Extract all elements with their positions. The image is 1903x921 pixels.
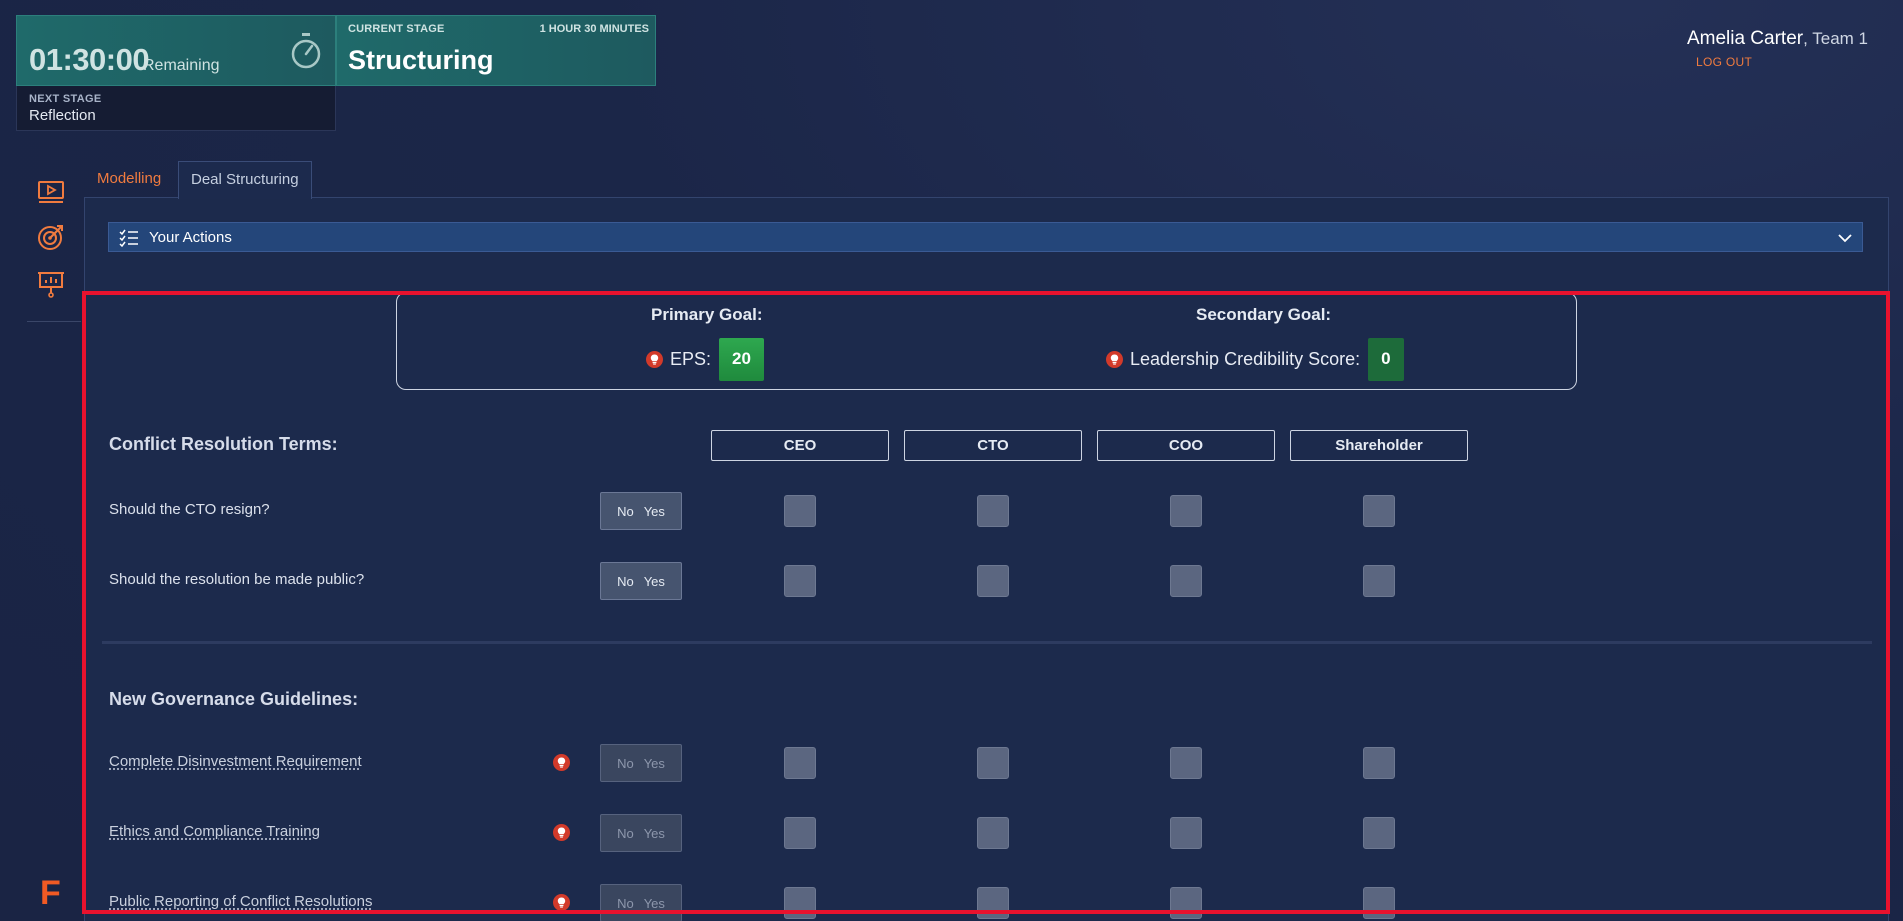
logout-link[interactable]: LOG OUT (1696, 55, 1752, 69)
row-label-public-reporting[interactable]: Public Reporting of Conflict Resolutions (109, 893, 372, 910)
toggle-no: No (617, 755, 634, 771)
lightbulb-icon[interactable] (553, 754, 570, 771)
toggle-resolution-public[interactable]: No Yes (600, 562, 682, 600)
checkbox-coo[interactable] (1170, 747, 1202, 779)
next-stage-value: Reflection (29, 107, 96, 124)
timer-display: 01:30:00 Remaining (16, 15, 336, 86)
checkbox-coo[interactable] (1170, 495, 1202, 527)
checkbox-shareholder[interactable] (1363, 565, 1395, 597)
toggle-no: No (617, 895, 634, 911)
lightbulb-icon[interactable] (553, 894, 570, 911)
checkbox-coo[interactable] (1170, 817, 1202, 849)
brand-logo: F (40, 874, 61, 912)
your-actions-label: Your Actions (149, 229, 232, 246)
checkbox-ceo[interactable] (784, 887, 816, 919)
leadership-credibility-score-badge: 0 (1368, 337, 1404, 381)
chevron-down-icon (1838, 234, 1852, 243)
eps-label: EPS: (670, 348, 712, 369)
toggle-no[interactable]: No (617, 574, 634, 589)
rail-divider (27, 321, 81, 322)
checkbox-cto[interactable] (977, 565, 1009, 597)
lightbulb-icon[interactable] (646, 350, 663, 368)
current-stage-label: CURRENT STAGE (348, 23, 445, 35)
checkbox-cto[interactable] (977, 817, 1009, 849)
row-label-cto-resign: Should the CTO resign? (109, 501, 270, 518)
checkbox-ceo[interactable] (784, 747, 816, 779)
checklist-icon (119, 229, 138, 247)
role-header-shareholder: Shareholder (1290, 430, 1468, 461)
toggle-disinvestment: No Yes (600, 744, 682, 782)
checkbox-cto[interactable] (977, 887, 1009, 919)
checkbox-cto[interactable] (977, 747, 1009, 779)
toggle-yes[interactable]: Yes (644, 504, 665, 519)
toggle-ethics-training: No Yes (600, 814, 682, 852)
row-label-disinvestment[interactable]: Complete Disinvestment Requirement (109, 753, 362, 770)
eps-score-badge: 20 (719, 337, 764, 381)
stage-duration: 1 HOUR 30 MINUTES (539, 23, 649, 35)
video-icon[interactable] (37, 178, 65, 206)
governance-heading: New Governance Guidelines: (109, 689, 359, 709)
role-header-ceo: CEO (711, 430, 889, 461)
user-name: Amelia Carter (1686, 28, 1804, 49)
toggle-yes: Yes (643, 825, 665, 841)
next-stage: NEXT STAGE Reflection (16, 86, 336, 131)
primary-goal-heading: Primary Goal: (651, 305, 763, 324)
checkbox-coo[interactable] (1170, 565, 1202, 597)
tab-deal-structuring[interactable]: Deal Structuring (178, 161, 312, 199)
toggle-yes[interactable]: Yes (644, 574, 665, 589)
toggle-yes: Yes (643, 755, 665, 771)
checkbox-coo[interactable] (1170, 887, 1202, 919)
toggle-cto-resign[interactable]: No Yes (600, 492, 682, 530)
checkbox-shareholder[interactable] (1363, 817, 1395, 849)
lightbulb-icon[interactable] (553, 824, 570, 841)
checkbox-ceo[interactable] (784, 565, 816, 597)
target-icon[interactable] (37, 223, 65, 251)
checkbox-shareholder[interactable] (1363, 495, 1395, 527)
current-stage-name: Structuring (348, 45, 494, 75)
timer-suffix: Remaining (143, 57, 220, 74)
section-divider (102, 641, 1872, 644)
presentation-icon[interactable] (37, 270, 65, 298)
your-actions-bar[interactable]: Your Actions (108, 222, 1863, 252)
checkbox-ceo[interactable] (784, 495, 816, 527)
goals-box: Primary Goal: EPS: 20 Secondary Goal: Le… (396, 292, 1577, 390)
leadership-credibility-label: Leadership Credibility Score: (1130, 348, 1361, 369)
user-info: Amelia Carter, Team 1 (1687, 28, 1868, 50)
next-stage-label: NEXT STAGE (29, 93, 102, 105)
checkbox-ceo[interactable] (784, 817, 816, 849)
toggle-no[interactable]: No (617, 504, 634, 519)
timer-value: 01:30:00 (29, 42, 150, 77)
secondary-goal-heading: Secondary Goal: (1196, 305, 1332, 324)
tab-modelling[interactable]: Modelling (85, 161, 173, 198)
row-label-ethics-training[interactable]: Ethics and Compliance Training (109, 823, 320, 840)
lightbulb-icon[interactable] (1106, 350, 1123, 368)
role-header-coo: COO (1097, 430, 1275, 461)
current-stage-panel: CURRENT STAGE 1 HOUR 30 MINUTES Structur… (336, 15, 656, 86)
primary-goal-row: EPS: 20 (646, 337, 764, 381)
checkbox-shareholder[interactable] (1363, 887, 1395, 919)
toggle-yes: Yes (643, 895, 665, 911)
user-team: , Team 1 (1803, 29, 1868, 48)
role-header-cto: CTO (904, 430, 1082, 461)
row-label-resolution-public: Should the resolution be made public? (109, 571, 365, 588)
checkbox-shareholder[interactable] (1363, 747, 1395, 779)
conflict-resolution-heading: Conflict Resolution Terms: (109, 434, 338, 454)
checkbox-cto[interactable] (977, 495, 1009, 527)
secondary-goal-row: Leadership Credibility Score: 0 (1106, 337, 1404, 381)
toggle-no: No (617, 825, 634, 841)
toggle-public-reporting: No Yes (600, 884, 682, 921)
stopwatch-icon (291, 33, 321, 69)
timer-panel: 01:30:00 Remaining NEXT STAGE Reflection (16, 15, 336, 131)
